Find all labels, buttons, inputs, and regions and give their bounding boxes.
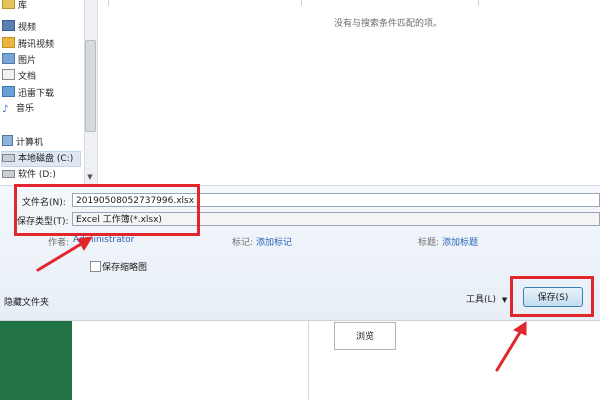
column-divider [108,0,109,6]
nav-item-label: 音乐 [16,104,35,114]
nav-scrollbar-thumb[interactable] [85,40,96,132]
download-icon [2,86,15,97]
nav-item-local-disk-c[interactable]: 本地磁盘 (C:) [1,151,81,167]
nav-item-label: 图片 [18,56,37,66]
tools-label: 工具(L) [466,295,497,305]
library-icon [2,0,15,9]
author-label: 作者: [48,238,70,248]
nav-item-library[interactable]: 库 [2,0,27,12]
drive-icon [2,170,15,178]
navigation-pane: 库 视频 腾讯视频 图片 文档 迅雷下载 ♪ 音乐 计算机 本地磁盘 (C:) 软… [0,0,95,185]
browse-button[interactable]: 浏览 [334,322,396,350]
nav-item-label: 文档 [18,72,37,82]
music-icon: ♪ [2,104,9,115]
nav-item-software-d[interactable]: 软件 (D:) [2,168,56,182]
scroll-down-arrow-icon[interactable]: ▼ [85,172,95,182]
save-thumbnail-label: 保存缩略图 [102,263,148,273]
nav-item-videos[interactable]: 视频 [2,20,36,34]
empty-list-message: 没有与搜索条件匹配的项。 [334,19,443,29]
nav-item-label: 视频 [18,23,37,33]
column-divider [301,0,302,6]
tools-menu[interactable]: 工具(L) ▼ [466,292,507,305]
excel-sidebar [0,321,72,400]
nav-item-label: 腾讯视频 [18,40,55,50]
chevron-down-icon: ▼ [501,296,508,304]
nav-item-computer[interactable]: 计算机 [2,135,43,149]
tags-label: 标记: [232,238,254,248]
highlight-box-save [510,276,594,317]
title-label: 标题: [418,238,440,248]
save-thumbnail-checkbox[interactable] [90,261,101,272]
nav-item-label: 本地磁盘 (C:) [18,154,74,164]
background-window [0,320,600,401]
nav-item-documents[interactable]: 文档 [2,69,36,83]
nav-item-music[interactable]: ♪ 音乐 [2,102,34,116]
tags-value[interactable]: 添加标记 [256,235,292,248]
nav-item-label: 库 [18,1,28,11]
title-value[interactable]: 添加标题 [442,235,478,248]
author-value[interactable]: Administrator [73,235,134,245]
highlight-box-filename [14,184,200,236]
divider [308,321,309,400]
hide-folders-toggle[interactable]: 隐藏文件夹 [4,295,49,308]
nav-item-label: 迅雷下载 [18,89,55,99]
column-divider [478,0,479,6]
video-app-icon [2,37,15,48]
picture-icon [2,53,15,64]
document-icon [2,69,15,80]
nav-item-tencent-video[interactable]: 腾讯视频 [2,37,54,51]
video-icon [2,20,15,31]
drive-icon [2,154,15,162]
nav-item-label: 计算机 [16,138,44,148]
nav-item-pictures[interactable]: 图片 [2,53,36,67]
nav-item-label: 软件 (D:) [18,170,56,180]
nav-item-thunder-downloads[interactable]: 迅雷下载 [2,86,54,100]
computer-icon [2,135,13,146]
